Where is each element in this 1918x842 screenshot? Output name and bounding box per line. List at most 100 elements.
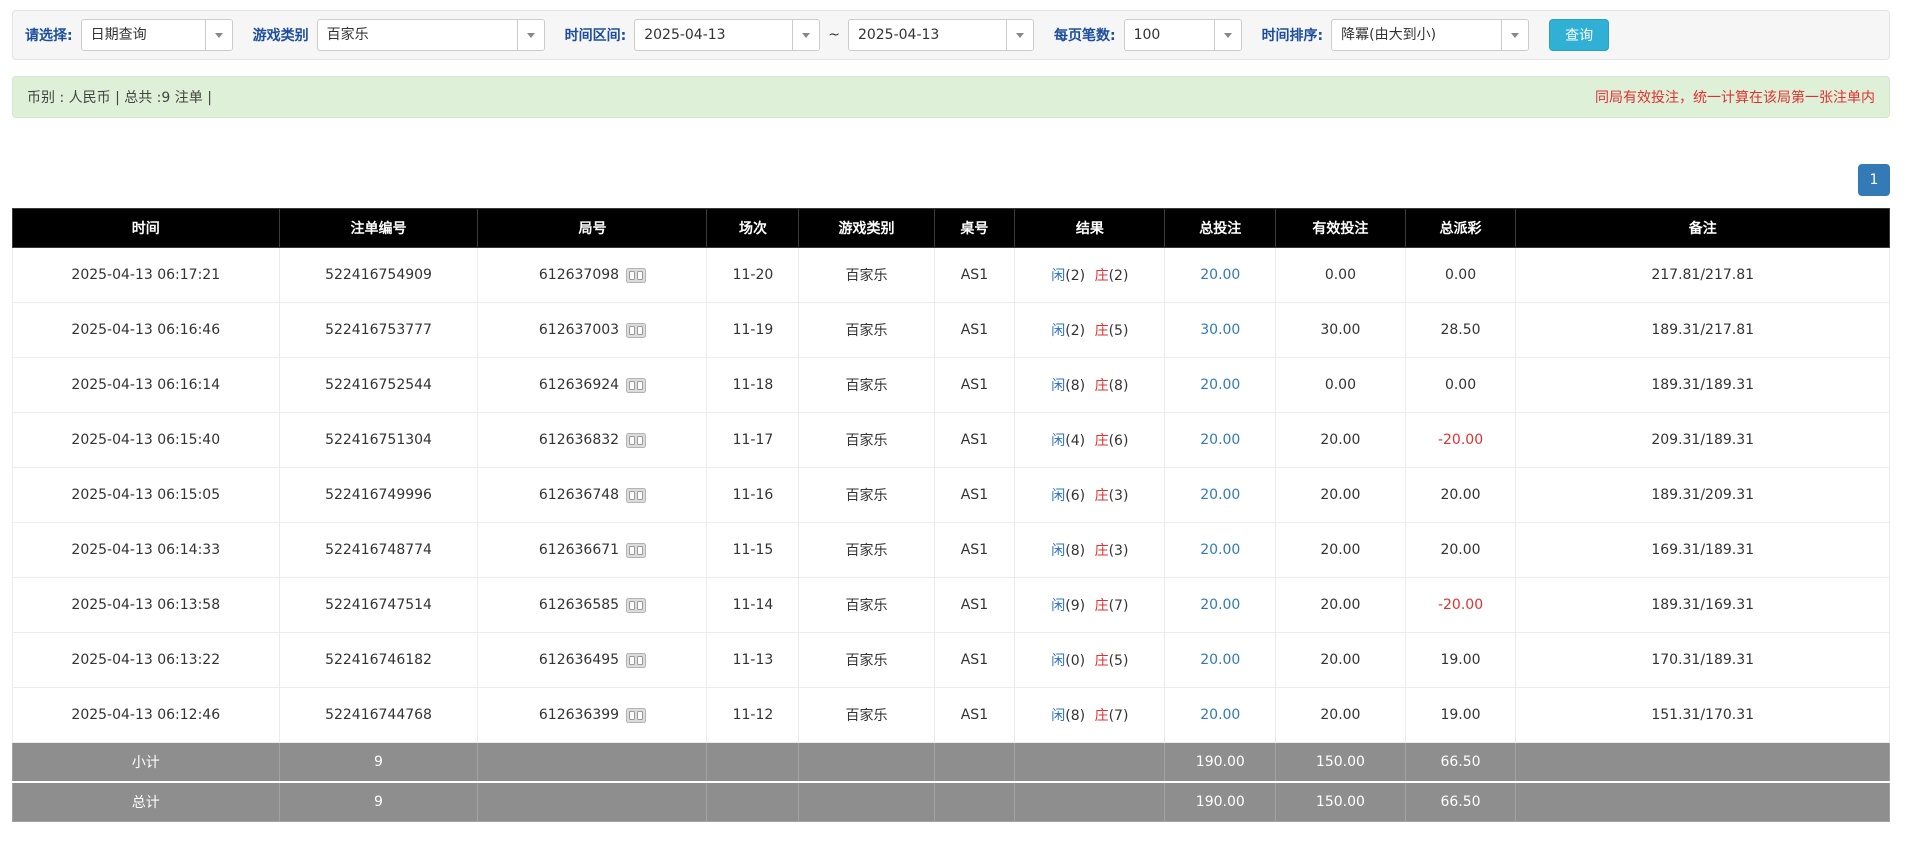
cell-valid-bet: 20.00 (1276, 633, 1406, 688)
empty-cell (1516, 743, 1890, 783)
date-to-select[interactable]: 2025-04-13 (848, 19, 1034, 51)
total-bet-link[interactable]: 20.00 (1200, 377, 1240, 393)
chevron-down-icon (205, 20, 232, 50)
round-number: 612637098 (539, 267, 619, 283)
total-bet-link[interactable]: 20.00 (1200, 652, 1240, 668)
total-bet-link[interactable]: 20.00 (1200, 707, 1240, 723)
total-bet-link[interactable]: 20.00 (1200, 267, 1240, 283)
banker-value: (7) (1109, 708, 1129, 724)
banker-result: 庄(8) (1095, 378, 1129, 394)
cell-game-type: 百家乐 (799, 413, 934, 468)
banker-value: (3) (1109, 543, 1129, 559)
cell-payout: 20.00 (1405, 468, 1516, 523)
total-bet-link[interactable]: 20.00 (1200, 432, 1240, 448)
cards-icon[interactable] (626, 323, 646, 338)
banker-label: 庄 (1095, 378, 1109, 394)
cards-icon[interactable] (626, 378, 646, 393)
cell-bet-number: 522416752544 (279, 358, 478, 413)
player-result: 闲(8) (1051, 378, 1085, 394)
banker-result: 庄(3) (1095, 543, 1129, 559)
date-from-select[interactable]: 2025-04-13 (634, 19, 820, 51)
query-type-select[interactable]: 日期查询 (81, 19, 233, 51)
banker-value: (2) (1109, 268, 1129, 284)
cards-icon[interactable] (626, 598, 646, 613)
cards-icon[interactable] (626, 433, 646, 448)
cell-table-number: AS1 (934, 688, 1015, 743)
header-bet-number: 注单编号 (279, 209, 478, 248)
table-header-row: 时间 注单编号 局号 场次 游戏类别 桌号 结果 总投注 有效投注 总派彩 备注 (13, 209, 1890, 248)
cell-bet-number: 522416749996 (279, 468, 478, 523)
header-time: 时间 (13, 209, 280, 248)
game-type-select[interactable]: 百家乐 (317, 19, 545, 51)
round-number: 612636585 (539, 597, 619, 613)
round-number: 612636495 (539, 652, 619, 668)
cell-bet-number: 522416753777 (279, 303, 478, 358)
cell-time: 2025-04-13 06:14:33 (13, 523, 280, 578)
cell-table-number: AS1 (934, 468, 1015, 523)
cell-valid-bet: 0.00 (1276, 248, 1406, 303)
banker-label: 庄 (1095, 708, 1109, 724)
sort-order-select[interactable]: 降冪(由大到小) (1331, 19, 1529, 51)
cell-valid-bet: 20.00 (1276, 523, 1406, 578)
player-label: 闲 (1051, 543, 1065, 559)
player-label: 闲 (1051, 488, 1065, 504)
cell-valid-bet: 30.00 (1276, 303, 1406, 358)
player-result: 闲(8) (1051, 543, 1085, 559)
cell-remark: 151.31/170.31 (1516, 688, 1890, 743)
cell-payout: -20.00 (1405, 413, 1516, 468)
cell-bet-number: 522416751304 (279, 413, 478, 468)
round-number: 612636399 (539, 707, 619, 723)
range-separator: ~ (828, 27, 840, 43)
total-bet-link[interactable]: 20.00 (1200, 542, 1240, 558)
cell-round-number: 612636748 (478, 468, 707, 523)
banker-label: 庄 (1095, 323, 1109, 339)
cards-icon[interactable] (626, 488, 646, 503)
subtotal-valid-bet: 150.00 (1276, 743, 1406, 783)
banker-label: 庄 (1095, 268, 1109, 284)
empty-cell (478, 782, 707, 822)
player-result: 闲(2) (1051, 323, 1085, 339)
chevron-down-icon (792, 20, 819, 50)
page-size-select[interactable]: 100 (1124, 19, 1242, 51)
cell-payout: 19.00 (1405, 688, 1516, 743)
query-button[interactable]: 查询 (1549, 19, 1609, 51)
total-bet-link[interactable]: 30.00 (1200, 322, 1240, 338)
time-range-label: 时间区间: (565, 25, 627, 45)
chevron-down-icon (1006, 20, 1033, 50)
table-row: 2025-04-13 06:17:21 522416754909 6126370… (13, 248, 1890, 303)
banker-result: 庄(5) (1095, 323, 1129, 339)
cards-icon[interactable] (626, 543, 646, 558)
empty-cell (478, 743, 707, 783)
cards-icon[interactable] (626, 708, 646, 723)
total-bet-link[interactable]: 20.00 (1200, 597, 1240, 613)
query-type-value: 日期查询 (82, 20, 205, 50)
cell-session: 11-18 (707, 358, 799, 413)
banker-label: 庄 (1095, 488, 1109, 504)
cell-total-bet: 20.00 (1165, 468, 1276, 523)
table-row: 2025-04-13 06:16:46 522416753777 6126370… (13, 303, 1890, 358)
round-number: 612637003 (539, 322, 619, 338)
round-number: 612636924 (539, 377, 619, 393)
cell-table-number: AS1 (934, 633, 1015, 688)
cards-icon[interactable] (626, 653, 646, 668)
cell-result: 闲(0) 庄(5) (1015, 633, 1165, 688)
header-result: 结果 (1015, 209, 1165, 248)
table-row: 2025-04-13 06:15:05 522416749996 6126367… (13, 468, 1890, 523)
cards-icon[interactable] (626, 268, 646, 283)
player-label: 闲 (1051, 323, 1065, 339)
player-label: 闲 (1051, 378, 1065, 394)
cell-result: 闲(8) 庄(3) (1015, 523, 1165, 578)
empty-cell (934, 782, 1015, 822)
cell-game-type: 百家乐 (799, 688, 934, 743)
page-button-1[interactable]: 1 (1858, 164, 1890, 196)
player-result: 闲(4) (1051, 433, 1085, 449)
grand-total-row: 总计 9 190.00 150.00 66.50 (13, 782, 1890, 822)
cell-remark: 169.31/189.31 (1516, 523, 1890, 578)
total-bet-link[interactable]: 20.00 (1200, 487, 1240, 503)
cell-total-bet: 20.00 (1165, 688, 1276, 743)
header-session: 场次 (707, 209, 799, 248)
empty-cell (707, 782, 799, 822)
round-number: 612636832 (539, 432, 619, 448)
player-value: (4) (1065, 433, 1085, 449)
cell-remark: 189.31/189.31 (1516, 358, 1890, 413)
